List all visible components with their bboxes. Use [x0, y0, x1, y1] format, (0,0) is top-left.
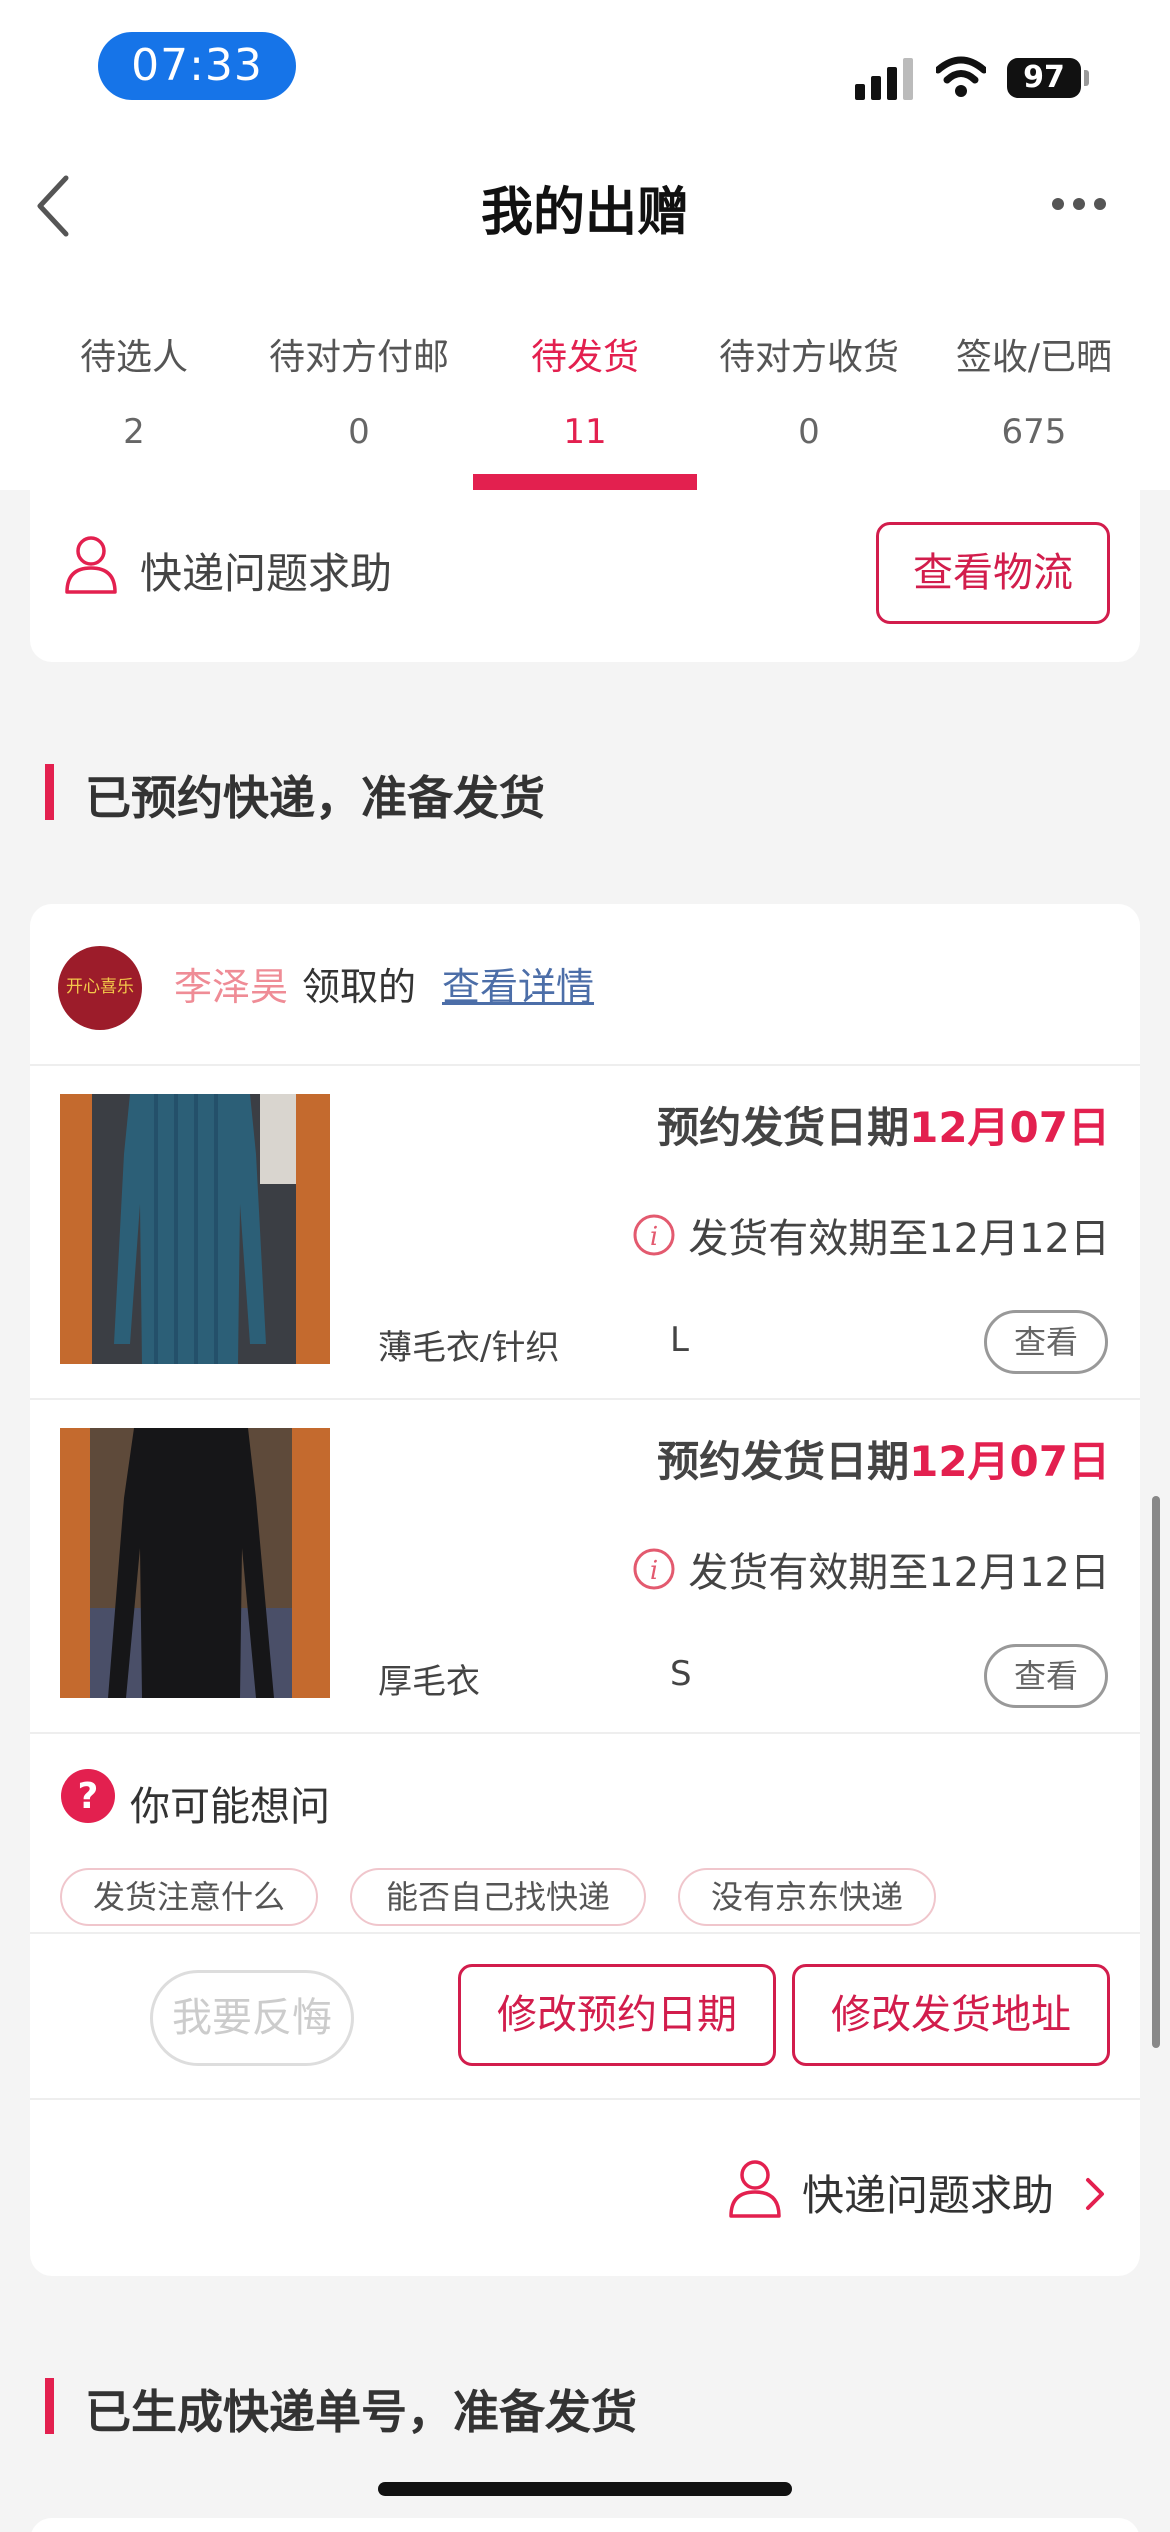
status-bar: 07:33 97 [0, 0, 1170, 130]
svg-text:?: ? [78, 1776, 99, 1817]
tab-signed-shared[interactable]: 签收/已晒 675 [922, 280, 1146, 490]
section-title: 已预约快递，准备发货 [85, 771, 545, 825]
person-icon [65, 536, 117, 594]
order-item: 预约发货日期12月07日 i 发货有效期至12月12日 薄毛衣/针织 L 查看 [30, 1064, 1140, 1400]
claimer-suffix: 领取的 [302, 965, 417, 1009]
tab-awaiting-shipment[interactable]: 待发货 11 [473, 280, 697, 490]
item-size: L [670, 1320, 689, 1360]
modify-date-button[interactable]: 修改预约日期 [458, 1964, 776, 2066]
tab-label: 待选人 [79, 337, 188, 378]
valid-until-text: 发货有效期至12月12日 [688, 1550, 1110, 1596]
scheduled-ship-date: 预约发货日期12月07日 [657, 1428, 1110, 1489]
home-indicator[interactable] [378, 2482, 792, 2496]
page-title: 我的出赠 [480, 183, 689, 243]
tab-count: 2 [123, 412, 145, 452]
faq-chip-no-jd-express[interactable]: 没有京东快递 [678, 1868, 936, 1926]
tab-count: 11 [563, 412, 607, 452]
faq-chip-own-courier[interactable]: 能否自己找快递 [350, 1868, 646, 1926]
tab-label: 待对方收货 [718, 337, 899, 378]
item-size: S [670, 1654, 692, 1694]
view-details-link[interactable]: 查看详情 [442, 956, 594, 1011]
scheduled-ship-date: 预约发货日期12月07日 [657, 1094, 1110, 1155]
faq-title: 你可能想问 [130, 1784, 330, 1830]
more-options-icon[interactable] [1052, 198, 1106, 212]
nav-bar: 我的出赠 [0, 130, 1170, 280]
view-item-button[interactable]: 查看 [984, 1310, 1108, 1374]
valid-until-row: i 发货有效期至12月12日 [632, 1540, 1110, 1596]
item-category: 厚毛衣 [378, 1662, 480, 1702]
ship-date-label: 预约发货日期 [657, 1103, 910, 1152]
claimer-row: 开心喜乐 李泽昊 领取的 查看详情 [30, 904, 1140, 1066]
modify-address-button[interactable]: 修改发货地址 [792, 1964, 1110, 2066]
faq-chip-shipping-notes[interactable]: 发货注意什么 [60, 1868, 318, 1926]
item-category: 薄毛衣/针织 [378, 1328, 560, 1368]
claimer-name[interactable]: 李泽昊 [174, 956, 288, 1011]
tab-count: 0 [348, 412, 370, 452]
avatar[interactable]: 开心喜乐 [58, 946, 142, 1030]
item-photo-black-sweater[interactable] [60, 1428, 330, 1698]
tab-awaiting-receipt[interactable]: 待对方收货 0 [697, 280, 921, 490]
wifi-icon [936, 56, 986, 97]
chevron-right-icon [1086, 2178, 1104, 2210]
view-item-button[interactable]: 查看 [984, 1644, 1108, 1708]
question-icon: ? [61, 1769, 115, 1823]
tab-count: 0 [798, 412, 820, 452]
tab-awaiting-postage[interactable]: 待对方付邮 0 [247, 280, 471, 490]
avatar-logo-text: 开心喜乐 [66, 977, 134, 997]
ship-date-value: 12月07日 [909, 1103, 1110, 1152]
scrollbar[interactable] [1152, 1496, 1160, 2048]
next-order-card [30, 2518, 1140, 2532]
cellular-signal-icon [855, 58, 913, 100]
ship-date-label: 预约发货日期 [657, 1437, 910, 1486]
battery-level: 97 [1007, 58, 1081, 98]
valid-until-row: i 发货有效期至12月12日 [632, 1206, 1110, 1262]
svg-text:i: i [650, 1222, 658, 1252]
info-icon: i [633, 1214, 675, 1256]
status-tabs: 待选人 2 待对方付邮 0 待发货 11 待对方收货 0 签收/已晒 675 [0, 280, 1170, 490]
courier-help-link[interactable]: 快递问题求助 [30, 2100, 1140, 2276]
order-card: 开心喜乐 李泽昊 领取的 查看详情 预约发货日期12月07日 i 发货有效期至1… [30, 904, 1140, 2276]
ship-date-value: 12月07日 [909, 1437, 1110, 1486]
valid-until-text: 发货有效期至12月12日 [688, 1216, 1110, 1262]
tab-awaiting-selection[interactable]: 待选人 2 [22, 280, 246, 490]
previous-order-card: 快递问题求助 查看物流 [30, 490, 1140, 662]
screen: 07:33 97 我的出赠 待选人 2 待对方付邮 0 待发货 11 待对方收货… [0, 0, 1170, 2532]
active-tab-indicator [473, 474, 697, 490]
faq-section: ? 你可能想问 发货注意什么 能否自己找快递 没有京东快递 [30, 1732, 1140, 1934]
view-logistics-button[interactable]: 查看物流 [876, 522, 1110, 624]
tab-count: 675 [1001, 412, 1067, 452]
section-accent-bar [45, 2378, 54, 2434]
order-actions: 我要反悔 修改预约日期 修改发货地址 [30, 1934, 1140, 2100]
section-header-generated: 已生成快递单号，准备发货 [45, 2376, 845, 2439]
regret-button[interactable]: 我要反悔 [150, 1970, 354, 2066]
order-item: 预约发货日期12月07日 i 发货有效期至12月12日 厚毛衣 S 查看 [30, 1398, 1140, 1734]
tab-label: 签收/已晒 [955, 337, 1113, 378]
section-title: 已生成快递单号，准备发货 [85, 2385, 637, 2439]
section-header-reserved: 已预约快递，准备发货 [45, 762, 845, 825]
courier-help-label[interactable]: 快递问题求助 [140, 540, 392, 601]
courier-help-label: 快递问题求助 [802, 2171, 1055, 2220]
section-accent-bar [45, 764, 54, 820]
info-icon: i [633, 1548, 675, 1590]
battery-tip [1084, 70, 1089, 86]
tab-label: 待对方付邮 [268, 337, 449, 378]
svg-text:i: i [650, 1556, 658, 1586]
status-time: 07:33 [98, 32, 296, 100]
person-icon [729, 2160, 781, 2218]
item-photo-blue-sweater[interactable] [60, 1094, 330, 1364]
tab-label: 待发货 [530, 337, 639, 378]
